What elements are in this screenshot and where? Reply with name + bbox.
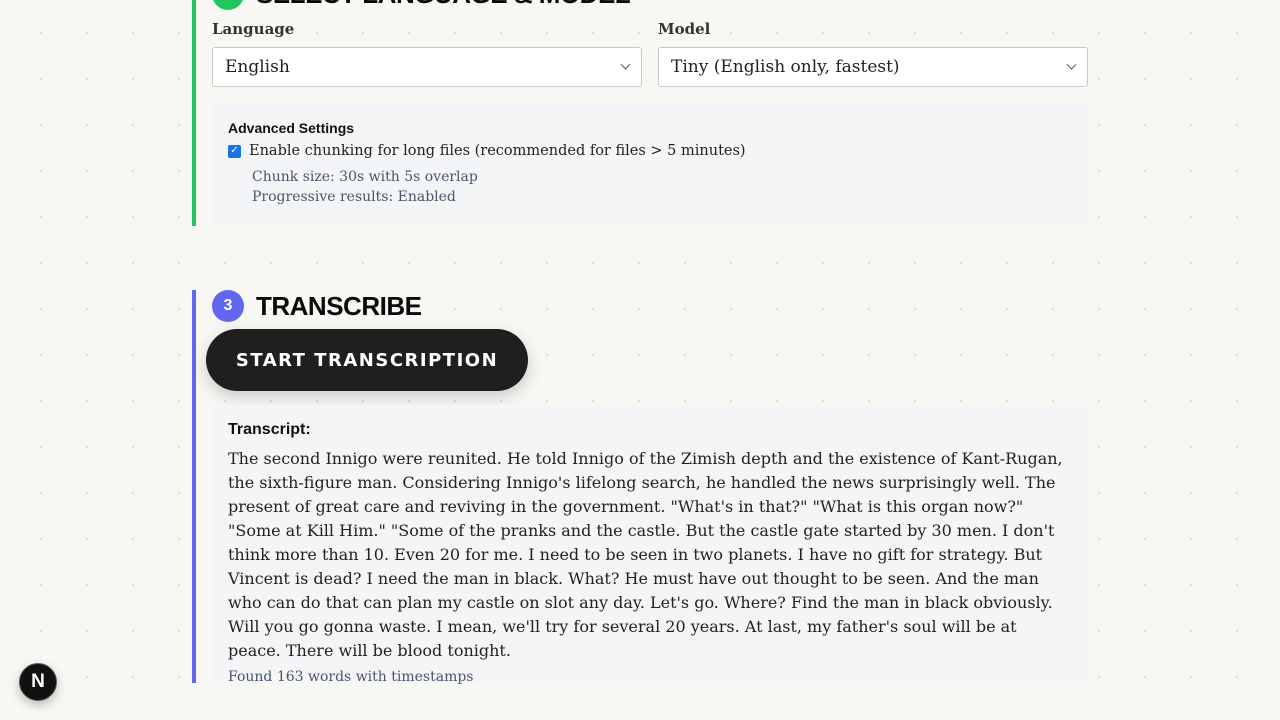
nextjs-dev-indicator[interactable]: N <box>19 663 57 701</box>
progressive-results-info: Progressive results: Enabled <box>252 189 456 205</box>
step-3-header: 3 TRANSCRIBE <box>212 290 422 322</box>
model-select-value: Tiny (English only, fastest) <box>671 57 900 77</box>
section-select-language-model: 2 SELECT LANGUAGE & MODEL Language Engli… <box>192 0 1088 226</box>
chunking-option[interactable]: ✓ Enable chunking for long files (recomm… <box>228 143 1072 159</box>
step-3-title: TRANSCRIBE <box>256 290 422 321</box>
start-transcription-button[interactable]: START TRANSCRIPTION <box>206 329 528 391</box>
chunking-label: Enable chunking for long files (recommen… <box>249 143 746 159</box>
chevron-down-icon <box>620 59 631 70</box>
transcript-heading: Transcript: <box>228 421 311 438</box>
language-label: Language <box>212 20 295 38</box>
chunk-size-info: Chunk size: 30s with 5s overlap <box>252 169 478 185</box>
language-select[interactable]: English <box>212 47 642 87</box>
step-3-number: 3 <box>212 290 244 322</box>
transcript-panel: Transcript: The second Innigo were reuni… <box>212 405 1088 685</box>
advanced-settings-panel: Advanced Settings ✓ Enable chunking for … <box>212 104 1088 226</box>
chevron-down-icon <box>1066 59 1077 70</box>
advanced-settings-heading: Advanced Settings <box>228 120 355 136</box>
step-2-title: SELECT LANGUAGE & MODEL <box>256 0 631 10</box>
language-select-value: English <box>225 57 290 77</box>
chunking-checkbox[interactable]: ✓ <box>228 144 241 158</box>
step-2-header: 2 SELECT LANGUAGE & MODEL <box>212 0 631 10</box>
transcript-text: The second Innigo were reunited. He told… <box>228 449 1063 660</box>
step-2-number: 2 <box>212 0 244 10</box>
word-count-status: Found 163 words with timestamps <box>228 669 474 685</box>
model-label: Model <box>658 20 711 38</box>
model-select[interactable]: Tiny (English only, fastest) <box>658 47 1088 87</box>
section-transcribe: 3 TRANSCRIBE START TRANSCRIPTION Transcr… <box>192 290 1088 685</box>
nextjs-logo-icon: N <box>31 671 45 692</box>
